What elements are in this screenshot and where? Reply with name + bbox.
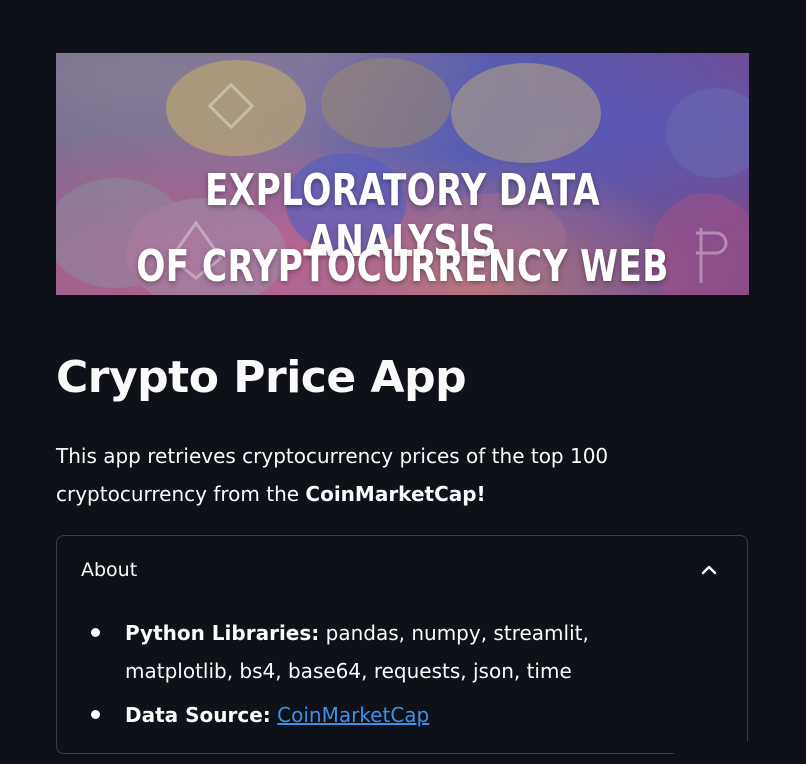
bottom-overlay [674,741,806,764]
about-expander: About Python Libraries: pandas, numpy, s… [56,535,748,754]
coinmarketcap-link[interactable]: CoinMarketCap [277,703,429,727]
libraries-label: Python Libraries: [125,621,320,645]
intro-text-bold: CoinMarketCap! [305,482,486,506]
list-item-libraries: Python Libraries: pandas, numpy, streaml… [81,614,701,690]
about-list: Python Libraries: pandas, numpy, streaml… [81,614,701,740]
bullet-icon [91,710,100,719]
banner-title-line2: OF CRYPTOCURRENCY WEB APP [136,241,669,295]
banner-image: EXPLORATORY DATA ANALYSIS OF CRYPTOCURRE… [56,53,749,295]
data-source-label: Data Source: [125,703,271,727]
bullet-icon [91,628,100,637]
about-expander-label: About [81,559,138,581]
page-title: Crypto Price App [56,352,467,403]
app-page: EXPLORATORY DATA ANALYSIS OF CRYPTOCURRE… [0,0,806,764]
about-expander-header[interactable]: About [57,536,747,606]
intro-text: This app retrieves cryptocurrency prices… [56,437,676,513]
list-item-data-source: Data Source: CoinMarketCap [81,696,701,734]
chevron-up-icon[interactable] [699,560,719,580]
